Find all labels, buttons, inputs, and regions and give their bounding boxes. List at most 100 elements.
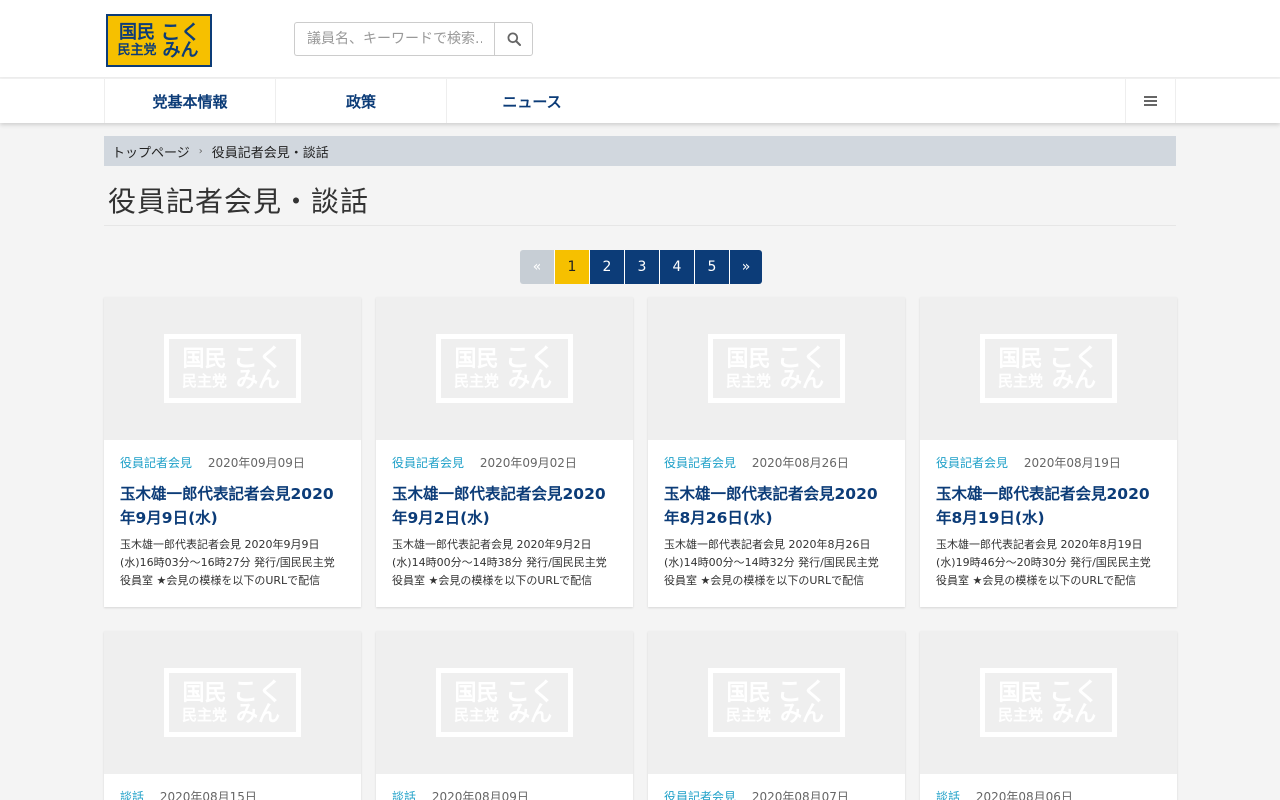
news-card[interactable]: 国民 民主党 こく みん 談話 2020年08月09日 <box>376 631 633 800</box>
search-button[interactable] <box>494 22 533 56</box>
card-category[interactable]: 談話 <box>120 790 144 800</box>
news-card[interactable]: 国民 民主党 こく みん 談話 2020年08月15日 <box>104 631 361 800</box>
pagination-page[interactable]: 4 <box>659 250 694 284</box>
site-header: 国民 民主党 こく みん <box>0 0 1280 78</box>
card-category[interactable]: 談話 <box>392 790 416 800</box>
card-title[interactable]: 玉木雄一郎代表記者会見2020年9月2日(水) <box>392 482 617 530</box>
nav-item-policy[interactable]: 政策 <box>276 79 447 123</box>
card-thumbnail: 国民 民主党 こく みん <box>376 631 633 774</box>
thumb-logo-hira-bottom: みん <box>236 368 281 393</box>
title-divider <box>104 225 1176 226</box>
pagination-page[interactable]: 5 <box>694 250 729 284</box>
card-date: 2020年08月06日 <box>975 790 1073 800</box>
nav-item-party-info[interactable]: 党基本情報 <box>105 79 276 123</box>
search-input[interactable] <box>294 22 494 56</box>
thumb-logo-kanji-bottom: 民主党 <box>181 705 227 724</box>
thumb-logo-kanji-top: 国民 <box>726 680 771 706</box>
thumb-logo-kanji-bottom: 民主党 <box>181 371 227 390</box>
placeholder-logo: 国民 民主党 こく みん <box>708 334 845 403</box>
card-excerpt: 玉木雄一郎代表記者会見 2020年9月9日(水)16時03分〜16時27分 発行… <box>120 538 335 587</box>
thumb-logo-kanji-bottom: 民主党 <box>453 371 499 390</box>
thumb-logo-hira-top: こく <box>233 343 284 372</box>
placeholder-logo: 国民 民主党 こく みん <box>980 668 1117 737</box>
breadcrumb-current: 役員記者会見・談話 <box>211 145 329 161</box>
logo-hira-bottom: みん <box>162 39 199 61</box>
menu-button[interactable] <box>1125 79 1175 123</box>
news-card[interactable]: 国民 民主党 こく みん 役員記者会見 2020年08月07日 <box>648 631 905 800</box>
nav-item-news[interactable]: ニュース <box>447 79 617 123</box>
card-excerpt: 玉木雄一郎代表記者会見 2020年8月26日(水)14時00分〜14時32分 発… <box>664 538 879 587</box>
thumb-logo-hira-bottom: みん <box>508 702 553 727</box>
thumb-logo-kanji-top: 国民 <box>998 346 1043 372</box>
thumb-logo-hira-bottom: みん <box>508 368 553 393</box>
card-thumbnail: 国民 民主党 こく みん <box>920 631 1177 774</box>
card-date: 2020年09月02日 <box>479 456 577 470</box>
logo-hira-top: こく <box>160 19 201 44</box>
pagination-next[interactable]: » <box>729 250 762 284</box>
logo-kanji-bottom: 民主党 <box>117 43 157 58</box>
pagination-page[interactable]: 1 <box>554 250 589 284</box>
thumb-logo-hira-bottom: みん <box>1052 368 1097 393</box>
card-title[interactable]: 玉木雄一郎代表記者会見2020年8月26日(水) <box>664 482 889 530</box>
card-thumbnail: 国民 民主党 こく みん <box>104 631 361 774</box>
main-nav: 党基本情報 政策 ニュース <box>0 79 1280 123</box>
news-card[interactable]: 国民 民主党 こく みん 談話 2020年08月06日 <box>920 631 1177 800</box>
thumb-logo-kanji-bottom: 民主党 <box>453 705 499 724</box>
thumb-logo-kanji-top: 国民 <box>454 346 499 372</box>
placeholder-logo: 国民 民主党 こく みん <box>980 334 1117 403</box>
placeholder-logo: 国民 民主党 こく みん <box>436 334 573 403</box>
card-date: 2020年08月19日 <box>1023 456 1121 470</box>
placeholder-logo: 国民 民主党 こく みん <box>164 668 301 737</box>
placeholder-logo: 国民 民主党 こく みん <box>164 334 301 403</box>
pagination: « 1 2 3 4 5 » <box>520 250 762 284</box>
news-card[interactable]: 国民 民主党 こく みん 役員記者会見 2020年09月02日 玉木雄一郎代表記者会… <box>376 297 633 607</box>
card-category[interactable]: 談話 <box>936 790 960 800</box>
pagination-page[interactable]: 2 <box>589 250 624 284</box>
placeholder-logo: 国民 民主党 こく みん <box>708 668 845 737</box>
card-excerpt: 玉木雄一郎代表記者会見 2020年8月19日(水)19時46分〜20時30分 発… <box>936 538 1151 587</box>
thumb-logo-hira-bottom: みん <box>780 702 825 727</box>
thumb-logo-hira-bottom: みん <box>1052 702 1097 727</box>
breadcrumb-home-link[interactable]: トップページ <box>112 142 190 161</box>
card-category[interactable]: 役員記者会見 <box>392 456 464 470</box>
card-title[interactable]: 玉木雄一郎代表記者会見2020年9月9日(水) <box>120 482 345 530</box>
card-excerpt: 玉木雄一郎代表記者会見 2020年9月2日(水)14時00分〜14時38分 発行… <box>392 538 607 587</box>
card-category[interactable]: 役員記者会見 <box>664 456 736 470</box>
card-category[interactable]: 役員記者会見 <box>664 790 736 800</box>
site-logo[interactable]: 国民 民主党 こく みん <box>106 14 212 67</box>
card-thumbnail: 国民 民主党 こく みん <box>104 297 361 440</box>
thumb-logo-kanji-bottom: 民主党 <box>725 371 771 390</box>
search-icon <box>507 32 521 46</box>
thumb-logo-kanji-top: 国民 <box>726 346 771 372</box>
card-category[interactable]: 役員記者会見 <box>936 456 1008 470</box>
thumb-logo-hira-top: こく <box>505 343 556 372</box>
logo-kanji-top: 国民 <box>118 22 155 43</box>
thumb-logo-kanji-bottom: 民主党 <box>725 705 771 724</box>
search-form <box>294 22 533 56</box>
card-thumbnail: 国民 民主党 こく みん <box>376 297 633 440</box>
pagination-page[interactable]: 3 <box>624 250 659 284</box>
thumb-logo-hira-bottom: みん <box>780 368 825 393</box>
thumb-logo-hira-top: こく <box>777 677 828 706</box>
thumb-logo-hira-bottom: みん <box>236 702 281 727</box>
thumb-logo-kanji-top: 国民 <box>454 680 499 706</box>
card-date: 2020年08月09日 <box>431 790 529 800</box>
thumb-logo-kanji-bottom: 民主党 <box>997 705 1043 724</box>
news-card[interactable]: 国民 民主党 こく みん 役員記者会見 2020年08月19日 玉木雄一郎代表記者会… <box>920 297 1177 607</box>
card-thumbnail: 国民 民主党 こく みん <box>648 297 905 440</box>
placeholder-logo: 国民 民主党 こく みん <box>436 668 573 737</box>
page-title: 役員記者会見・談話 <box>108 185 370 218</box>
pagination-prev[interactable]: « <box>520 250 554 284</box>
thumb-logo-hira-top: こく <box>505 677 556 706</box>
card-thumbnail: 国民 民主党 こく みん <box>648 631 905 774</box>
thumb-logo-hira-top: こく <box>1049 677 1100 706</box>
card-thumbnail: 国民 民主党 こく みん <box>920 297 1177 440</box>
card-category[interactable]: 役員記者会見 <box>120 456 192 470</box>
news-card[interactable]: 国民 民主党 こく みん 役員記者会見 2020年09月09日 玉木雄一郎代表記者会… <box>104 297 361 607</box>
card-title[interactable]: 玉木雄一郎代表記者会見2020年8月19日(水) <box>936 482 1161 530</box>
news-card[interactable]: 国民 民主党 こく みん 役員記者会見 2020年08月26日 玉木雄一郎代表記者会… <box>648 297 905 607</box>
card-date: 2020年08月15日 <box>159 790 257 800</box>
hamburger-icon <box>1144 96 1157 106</box>
breadcrumb: トップページ › 役員記者会見・談話 <box>104 136 1176 166</box>
card-date: 2020年09月09日 <box>207 456 305 470</box>
